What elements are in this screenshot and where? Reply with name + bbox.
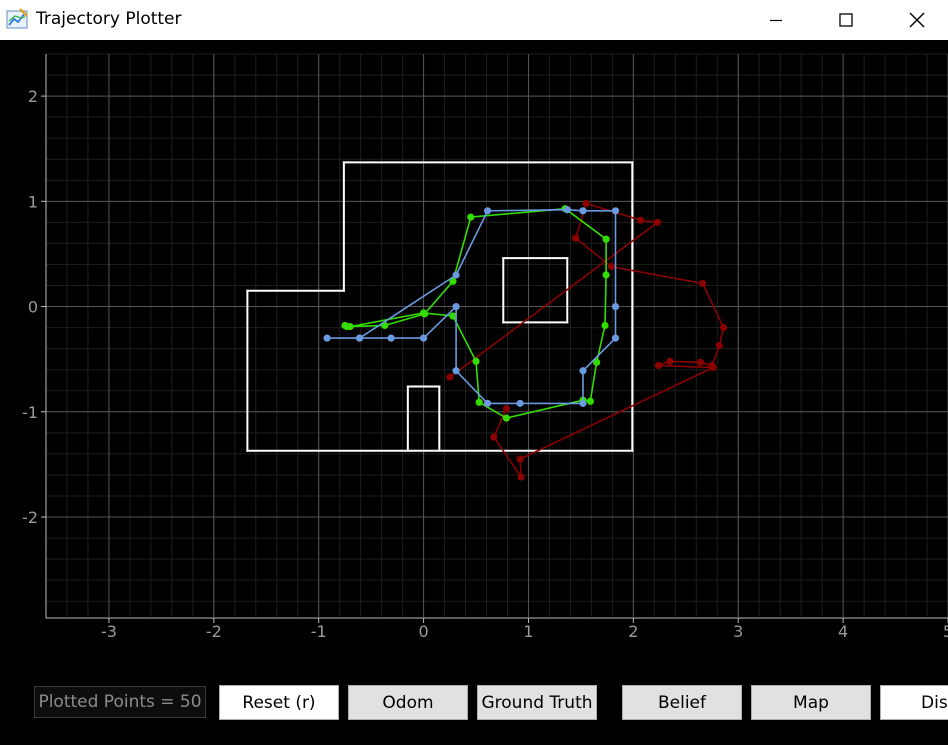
reset-button[interactable]: Reset (r) <box>219 685 339 720</box>
series-point <box>419 334 428 342</box>
maximize-button[interactable] <box>816 0 876 40</box>
x-tick-label: -2 <box>206 622 222 641</box>
y-tick-label: 0 <box>28 298 38 317</box>
series-point <box>637 216 645 224</box>
close-icon <box>909 12 925 28</box>
series-point <box>502 405 511 413</box>
series-point <box>516 399 524 407</box>
series-point <box>490 433 498 441</box>
y-tick-label: -2 <box>22 508 38 527</box>
series-point <box>698 279 707 288</box>
y-tick-label: 2 <box>28 87 38 106</box>
x-tick-label: 5 <box>943 622 948 641</box>
minimize-button[interactable] <box>746 0 806 40</box>
series-point <box>517 473 525 481</box>
window-title: Trajectory Plotter <box>36 9 182 29</box>
series-point <box>452 302 460 311</box>
series-point <box>611 302 620 311</box>
series-point <box>387 334 395 342</box>
series-point <box>483 399 492 407</box>
series-point <box>709 363 717 372</box>
series-point <box>654 361 663 370</box>
series-point <box>483 207 492 215</box>
series-point <box>323 334 331 342</box>
belief-button[interactable]: Belief <box>622 685 742 720</box>
minimize-icon <box>770 19 782 22</box>
series-point <box>602 271 610 279</box>
series-point <box>472 357 480 365</box>
y-tick-label: 1 <box>28 192 38 211</box>
series-point <box>666 357 674 365</box>
y-tick-label: -1 <box>22 403 38 422</box>
series-point <box>467 213 475 221</box>
series-point <box>579 207 587 215</box>
dist-button[interactable]: Dis <box>880 685 948 720</box>
series-point <box>602 235 610 243</box>
series-point <box>607 262 615 271</box>
series-point <box>452 367 460 375</box>
map-button[interactable]: Map <box>751 685 871 720</box>
series-point <box>579 399 587 407</box>
series-point <box>601 321 609 330</box>
series-point <box>446 373 454 381</box>
series-point <box>653 218 662 226</box>
series-point <box>502 414 511 422</box>
series-point <box>346 322 354 331</box>
x-tick-label: 3 <box>733 622 743 641</box>
series-point <box>586 397 594 405</box>
series-point <box>419 309 428 317</box>
trajectory-plot[interactable]: -3 -2 -1 0 1 2 3 4 5 2 1 0 -1 -2 <box>0 40 948 680</box>
series-point <box>572 234 580 242</box>
odom-button[interactable]: Odom <box>348 685 468 720</box>
x-tick-label: -1 <box>311 622 327 641</box>
series-point <box>582 199 590 208</box>
series-point <box>696 358 705 366</box>
series-point <box>563 206 571 214</box>
title-bar: Trajectory Plotter <box>0 0 948 40</box>
x-tick-label: 4 <box>838 622 848 641</box>
close-button[interactable] <box>887 0 947 40</box>
series-point <box>579 367 587 375</box>
x-tick-label: -3 <box>101 622 117 641</box>
maximize-icon <box>839 13 853 27</box>
axes: -3 -2 -1 0 1 2 3 4 5 2 1 0 -1 -2 <box>22 54 948 641</box>
ground-truth-button[interactable]: Ground Truth <box>477 685 597 720</box>
plotted-points-counter: Plotted Points = 50 <box>34 686 206 718</box>
grid <box>45 53 948 617</box>
series-point <box>611 207 620 215</box>
trajectory-series <box>323 199 728 481</box>
series-point <box>516 455 524 463</box>
x-tick-label: 1 <box>523 622 533 641</box>
series-point <box>356 334 364 342</box>
series-point <box>452 271 460 279</box>
x-tick-label: 0 <box>418 622 428 641</box>
x-tick-label: 2 <box>628 622 638 641</box>
series-point <box>719 324 728 332</box>
series-point <box>611 334 620 342</box>
series-0 <box>446 199 728 481</box>
app-icon <box>6 8 28 29</box>
series-point <box>475 398 483 406</box>
series-point <box>715 341 723 350</box>
